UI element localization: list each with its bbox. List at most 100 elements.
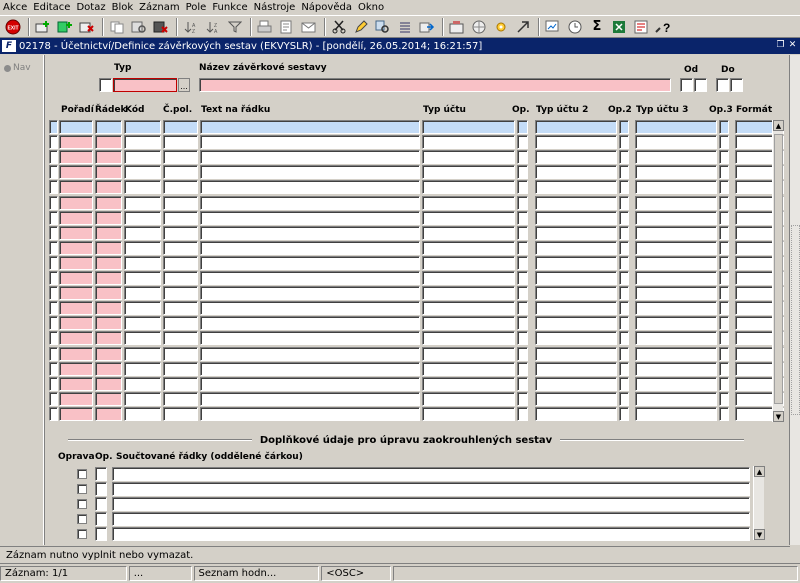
text-cell[interactable]: [200, 331, 420, 345]
op-cell[interactable]: [517, 241, 528, 255]
op3-cell[interactable]: [719, 211, 729, 225]
row-indicator[interactable]: [49, 301, 58, 315]
print-button[interactable]: [256, 18, 274, 36]
cpol-cell[interactable]: [163, 301, 198, 315]
op3-cell[interactable]: [719, 120, 729, 134]
cpol-cell[interactable]: [163, 331, 198, 345]
op2-cell[interactable]: [619, 392, 629, 406]
text-cell[interactable]: [200, 256, 420, 270]
menu-item[interactable]: Editace: [33, 1, 70, 14]
text-cell[interactable]: [200, 301, 420, 315]
typ-uctu3-cell[interactable]: [635, 120, 717, 134]
op-cell[interactable]: [517, 362, 528, 376]
op3-cell[interactable]: [719, 180, 729, 194]
kod-cell[interactable]: [124, 196, 161, 210]
row-indicator[interactable]: [49, 165, 58, 179]
typ-uctu3-cell[interactable]: [635, 180, 717, 194]
row-indicator[interactable]: [49, 196, 58, 210]
row-indicator[interactable]: [49, 377, 58, 391]
text-cell[interactable]: [200, 271, 420, 285]
mail-button[interactable]: [300, 18, 318, 36]
sort-desc-button[interactable]: ZA: [204, 18, 222, 36]
op2-cell[interactable]: [619, 226, 629, 240]
op-cell[interactable]: [517, 347, 528, 361]
op-cell[interactable]: [517, 180, 528, 194]
op-cell[interactable]: [517, 392, 528, 406]
od-input[interactable]: [680, 78, 693, 92]
kod-cell[interactable]: [124, 211, 161, 225]
poradi-cell[interactable]: [59, 362, 93, 376]
radek-cell[interactable]: [95, 180, 122, 194]
poradi-cell[interactable]: [59, 241, 93, 255]
typ-uctu2-cell[interactable]: [535, 407, 617, 421]
poradi-cell[interactable]: [59, 180, 93, 194]
duplicate-record-button[interactable]: [56, 18, 74, 36]
text-cell[interactable]: [200, 135, 420, 149]
typ-uctu3-cell[interactable]: [635, 226, 717, 240]
typ-uctu-cell[interactable]: [422, 377, 515, 391]
op3-cell[interactable]: [719, 392, 729, 406]
text-cell[interactable]: [200, 286, 420, 300]
row-indicator[interactable]: [49, 241, 58, 255]
typ-uctu-cell[interactable]: [422, 150, 515, 164]
op-cell[interactable]: [517, 120, 528, 134]
op3-cell[interactable]: [719, 377, 729, 391]
op2-cell[interactable]: [619, 211, 629, 225]
run-button[interactable]: [514, 18, 532, 36]
row-indicator[interactable]: [49, 135, 58, 149]
export-button[interactable]: [418, 18, 436, 36]
row-indicator[interactable]: [49, 316, 58, 330]
typ-uctu-cell[interactable]: [422, 316, 515, 330]
radek-cell[interactable]: [95, 196, 122, 210]
op-field[interactable]: [95, 527, 107, 541]
cpol-cell[interactable]: [163, 362, 198, 376]
cpol-cell[interactable]: [163, 226, 198, 240]
poradi-cell[interactable]: [59, 316, 93, 330]
close-button[interactable]: ✕: [787, 39, 798, 51]
text-cell[interactable]: [200, 377, 420, 391]
kod-cell[interactable]: [124, 331, 161, 345]
cpol-cell[interactable]: [163, 377, 198, 391]
kod-cell[interactable]: [124, 241, 161, 255]
op2-cell[interactable]: [619, 331, 629, 345]
radek-cell[interactable]: [95, 331, 122, 345]
radek-cell[interactable]: [95, 377, 122, 391]
typ-uctu2-cell[interactable]: [535, 120, 617, 134]
poradi-cell[interactable]: [59, 256, 93, 270]
typ-uctu3-cell[interactable]: [635, 362, 717, 376]
soucet-field[interactable]: [112, 527, 750, 541]
op3-cell[interactable]: [719, 362, 729, 376]
poradi-cell[interactable]: [59, 226, 93, 240]
radek-cell[interactable]: [95, 316, 122, 330]
typ-uctu-cell[interactable]: [422, 196, 515, 210]
op-cell[interactable]: [517, 165, 528, 179]
radek-cell[interactable]: [95, 362, 122, 376]
restore-button[interactable]: ❐: [775, 39, 786, 51]
typ-uctu-cell[interactable]: [422, 165, 515, 179]
navigate-button[interactable]: [448, 18, 466, 36]
preview-button[interactable]: [632, 18, 650, 36]
kod-cell[interactable]: [124, 301, 161, 315]
cpol-cell[interactable]: [163, 241, 198, 255]
soucet-field[interactable]: [112, 497, 750, 511]
text-cell[interactable]: [200, 211, 420, 225]
typ-uctu3-cell[interactable]: [635, 135, 717, 149]
oprava-checkbox[interactable]: [77, 499, 87, 509]
scrollbar-grip[interactable]: [791, 225, 800, 415]
delete-query-button[interactable]: [152, 18, 170, 36]
kod-cell[interactable]: [124, 407, 161, 421]
insert-record-button[interactable]: [34, 18, 52, 36]
typ-uctu3-cell[interactable]: [635, 196, 717, 210]
typ-uctu-cell[interactable]: [422, 407, 515, 421]
window-scrollbar[interactable]: [789, 55, 800, 545]
op-cell[interactable]: [517, 316, 528, 330]
typ-uctu-cell[interactable]: [422, 180, 515, 194]
radek-cell[interactable]: [95, 165, 122, 179]
nazev-input[interactable]: [199, 78, 671, 92]
menu-item[interactable]: Dotaz: [76, 1, 105, 14]
typ-uctu2-cell[interactable]: [535, 150, 617, 164]
row-indicator[interactable]: [49, 256, 58, 270]
poradi-cell[interactable]: [59, 286, 93, 300]
edit-button[interactable]: [352, 18, 370, 36]
oprava-checkbox[interactable]: [77, 514, 87, 524]
